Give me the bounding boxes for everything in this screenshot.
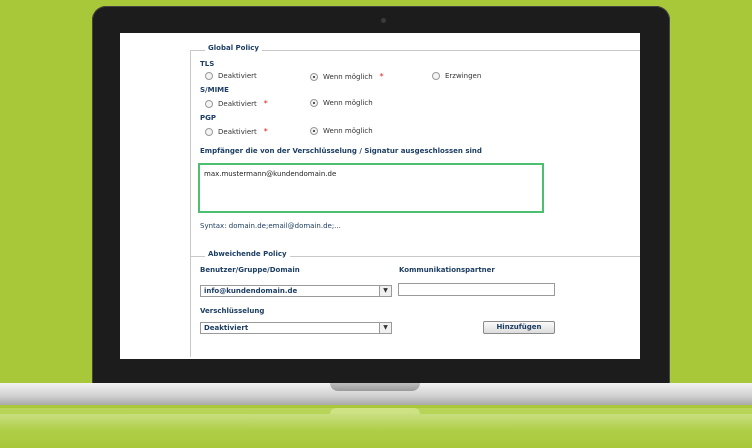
required-marker: * [263, 99, 268, 108]
encryption-value: Deaktiviert [204, 324, 249, 332]
laptop-base-notch [330, 383, 420, 391]
pgp-label: PGP [200, 114, 217, 122]
tls-deaktiviert-label: Deaktiviert [218, 72, 257, 80]
pgp-option-wenn-moeglich[interactable]: Wenn möglich [310, 127, 373, 135]
tls-option-wenn-moeglich[interactable]: Wenn möglich * [310, 72, 384, 81]
smime-label: S/MIME [200, 86, 229, 94]
syntax-hint: Syntax: domain.de;email@domain.de;... [200, 222, 341, 230]
chevron-down-icon[interactable]: ▼ [379, 323, 391, 333]
tls-option-deaktiviert[interactable]: Deaktiviert [205, 72, 257, 80]
communication-partner-input[interactable] [398, 283, 555, 296]
smime-deaktiviert-radio[interactable] [205, 99, 213, 108]
smime-option-wenn-moeglich[interactable]: Wenn möglich [310, 99, 373, 107]
deviating-policy-legend: Abweichende Policy [205, 250, 290, 258]
tls-erzwingen-radio[interactable] [432, 72, 440, 80]
reflection-notch [330, 408, 420, 414]
user-group-domain-value: info@kundendomain.de [204, 287, 298, 295]
smime-wenn-moeglich-label: Wenn möglich [323, 99, 373, 107]
laptop-reflection [0, 408, 752, 448]
smime-wenn-moeglich-radio[interactable] [310, 99, 318, 107]
pgp-deaktiviert-label: Deaktiviert [218, 127, 257, 136]
required-marker: * [379, 72, 384, 81]
excluded-recipients-textarea[interactable]: max.mustermann@kundendomain.de [198, 163, 544, 213]
pgp-wenn-moeglich-radio[interactable] [310, 127, 318, 135]
tls-option-erzwingen[interactable]: Erzwingen [432, 72, 481, 80]
user-group-domain-select[interactable]: info@kundendomain.de ▼ [200, 285, 392, 297]
global-policy-legend: Global Policy [205, 44, 262, 52]
tls-erzwingen-label: Erzwingen [445, 72, 482, 80]
screen: Global Policy TLS Deaktiviert Wenn mögli… [120, 33, 640, 359]
encryption-label: Verschlüsselung [200, 307, 265, 315]
add-button[interactable]: Hinzufügen [483, 321, 555, 334]
chevron-down-icon[interactable]: ▼ [379, 286, 391, 296]
reflection-base [0, 414, 752, 430]
tls-deaktiviert-radio[interactable] [205, 72, 213, 80]
pgp-deaktiviert-radio[interactable] [205, 127, 213, 136]
excluded-recipients-label: Empfänger die von der Verschlüsselung / … [200, 147, 482, 155]
tls-wenn-moeglich-label: Wenn möglich [323, 72, 373, 81]
pgp-option-deaktiviert[interactable]: Deaktiviert * [205, 127, 268, 136]
communication-partner-label: Kommunikationspartner [399, 266, 495, 274]
tls-label: TLS [200, 60, 215, 68]
smime-option-deaktiviert[interactable]: Deaktiviert * [205, 99, 268, 108]
required-marker: * [263, 127, 268, 136]
encryption-select[interactable]: Deaktiviert ▼ [200, 322, 392, 334]
pgp-wenn-moeglich-label: Wenn möglich [323, 127, 373, 135]
smime-deaktiviert-label: Deaktiviert [218, 99, 257, 108]
camera-icon [381, 18, 386, 23]
user-group-domain-label: Benutzer/Gruppe/Domain [200, 266, 300, 274]
tls-wenn-moeglich-radio[interactable] [310, 72, 318, 81]
